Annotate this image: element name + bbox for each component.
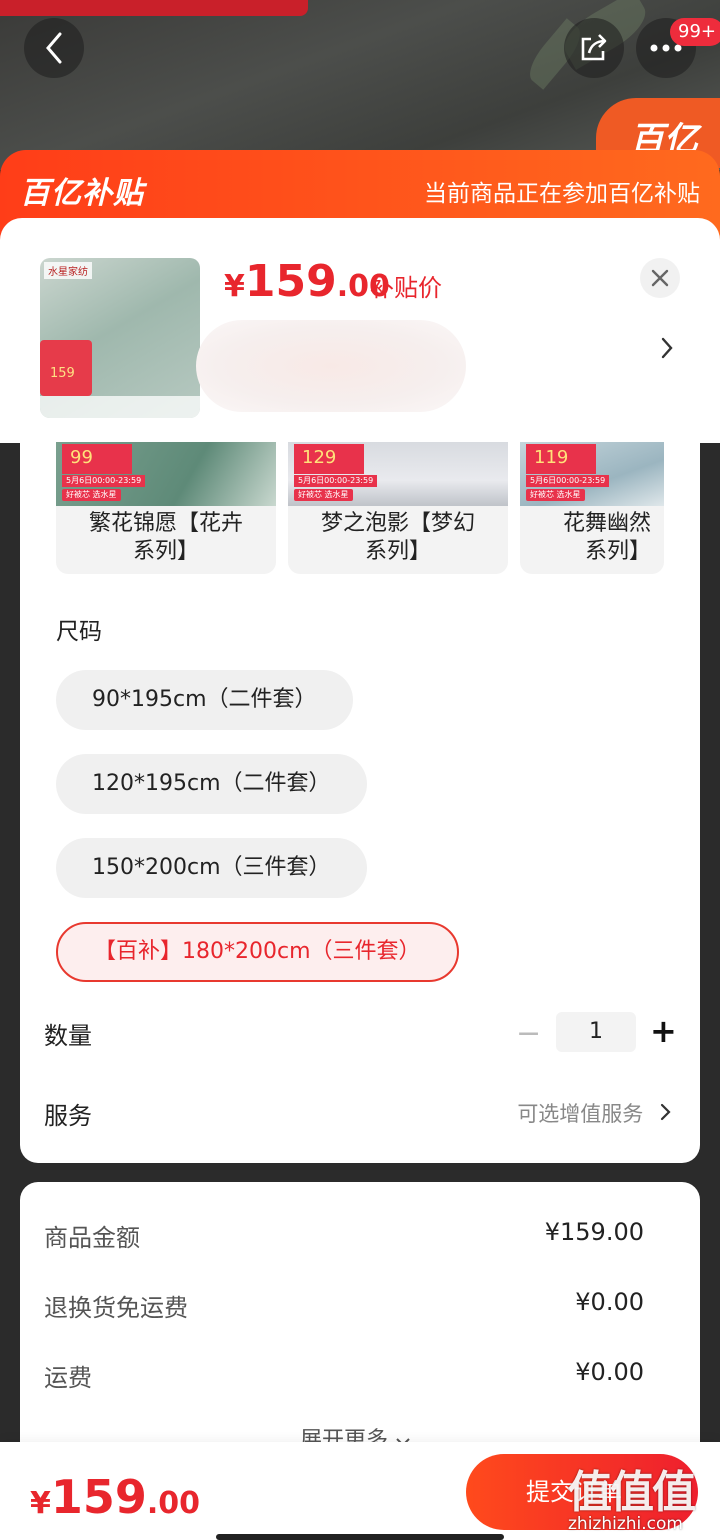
price-integer: 159 xyxy=(244,256,337,307)
total-decimal: .00 xyxy=(146,1486,201,1521)
product-detail-arrow[interactable] xyxy=(660,336,674,366)
quantity-input[interactable]: 1 xyxy=(556,1012,636,1052)
notification-badge: 99+ xyxy=(670,18,720,46)
total-price: ¥159.00 xyxy=(30,1470,200,1524)
watermark-url: zhizhizhi.com xyxy=(568,1514,683,1534)
variant-date: 5月6日00:00-23:59 xyxy=(62,475,146,487)
variant-card[interactable]: 99 5月6日00:00-23:59 好被芯 选水星 繁花锦愿【花卉 系列】 xyxy=(56,442,276,574)
size-option[interactable]: 120*195cm（二件套） xyxy=(56,754,367,814)
variant-name: 繁花锦愿【花卉 系列】 xyxy=(56,510,276,566)
back-button[interactable] xyxy=(24,18,84,78)
total-integer: 159 xyxy=(50,1470,147,1524)
home-indicator[interactable] xyxy=(216,1534,504,1540)
quantity-decrease-button[interactable]: − xyxy=(516,1016,541,1051)
close-button[interactable] xyxy=(640,258,680,298)
variant-name: 梦之泡影【梦幻 系列】 xyxy=(288,510,508,566)
summary-label: 商品金额 xyxy=(44,1224,140,1252)
size-option[interactable]: 150*200cm（三件套） xyxy=(56,838,367,898)
product-thumbnail[interactable]: 水星家纺 159 xyxy=(40,258,200,418)
service-select[interactable]: 可选增值服务 xyxy=(517,1098,672,1128)
variant-date: 5月6日00:00-23:59 xyxy=(526,475,610,487)
variant-name-line1: 梦之泡影【梦幻 xyxy=(320,511,475,536)
summary-value: ¥0.00 xyxy=(575,1358,644,1386)
quantity-label: 数量 xyxy=(44,1022,92,1050)
chevron-right-icon xyxy=(660,1103,671,1121)
share-button[interactable] xyxy=(564,18,624,78)
total-currency: ¥ xyxy=(30,1486,51,1521)
variant-name: 花舞幽然【 系列】 xyxy=(520,510,664,566)
thumb-price: 159 xyxy=(50,366,75,381)
share-icon xyxy=(581,34,607,61)
top-red-strip xyxy=(0,0,308,16)
variant-tag: 好被芯 选水星 xyxy=(526,489,585,501)
service-label: 服务 xyxy=(44,1102,92,1130)
variant-price: 129 xyxy=(294,444,364,474)
service-value: 可选增值服务 xyxy=(517,1102,644,1126)
price-tag: 补贴价 xyxy=(370,274,442,302)
summary-value: ¥0.00 xyxy=(575,1288,644,1316)
variant-tag: 好被芯 选水星 xyxy=(62,489,121,501)
variant-card[interactable]: 119 5月6日00:00-23:59 好被芯 选水星 花舞幽然【 系列】 xyxy=(520,442,664,574)
close-icon xyxy=(651,269,669,287)
size-option-selected[interactable]: 【百补】180*200cm（三件套） xyxy=(56,922,459,982)
product-name-blurred xyxy=(196,320,466,412)
chevron-right-icon xyxy=(661,337,673,359)
thumb-strip xyxy=(40,396,200,418)
thumb-price-box: 159 xyxy=(40,340,92,396)
variant-name-line1: 花舞幽然【 xyxy=(562,511,664,536)
variant-card[interactable]: 129 5月6日00:00-23:59 好被芯 选水星 梦之泡影【梦幻 系列】 xyxy=(288,442,508,574)
variant-name-line1: 繁花锦愿【花卉 xyxy=(88,511,243,536)
watermark-logo: 值值值 xyxy=(568,1467,696,1518)
variant-name-line2: 系列】 xyxy=(132,539,199,564)
variant-tag: 好被芯 选水星 xyxy=(294,489,353,501)
price-currency: ¥ xyxy=(224,269,245,304)
subsidy-logo: 百亿补贴 xyxy=(20,177,144,210)
summary-label: 退换货免运费 xyxy=(44,1294,188,1322)
size-option[interactable]: 90*195cm（二件套） xyxy=(56,670,353,730)
summary-value: ¥159.00 xyxy=(544,1218,644,1246)
variant-date: 5月6日00:00-23:59 xyxy=(294,475,378,487)
thumb-brand: 水星家纺 xyxy=(44,262,92,279)
subsidy-notice: 当前商品正在参加百亿补贴 xyxy=(424,181,700,207)
variant-name-line2: 系列】 xyxy=(584,539,651,564)
size-label: 尺码 xyxy=(56,619,102,645)
chevron-left-icon xyxy=(46,32,62,64)
variant-price: 119 xyxy=(526,444,596,474)
summary-label: 运费 xyxy=(44,1364,92,1392)
variant-name-line2: 系列】 xyxy=(364,539,431,564)
quantity-increase-button[interactable]: + xyxy=(650,1012,677,1050)
variant-price: 99 xyxy=(62,444,132,474)
product-price: ¥159.00 xyxy=(224,256,390,307)
